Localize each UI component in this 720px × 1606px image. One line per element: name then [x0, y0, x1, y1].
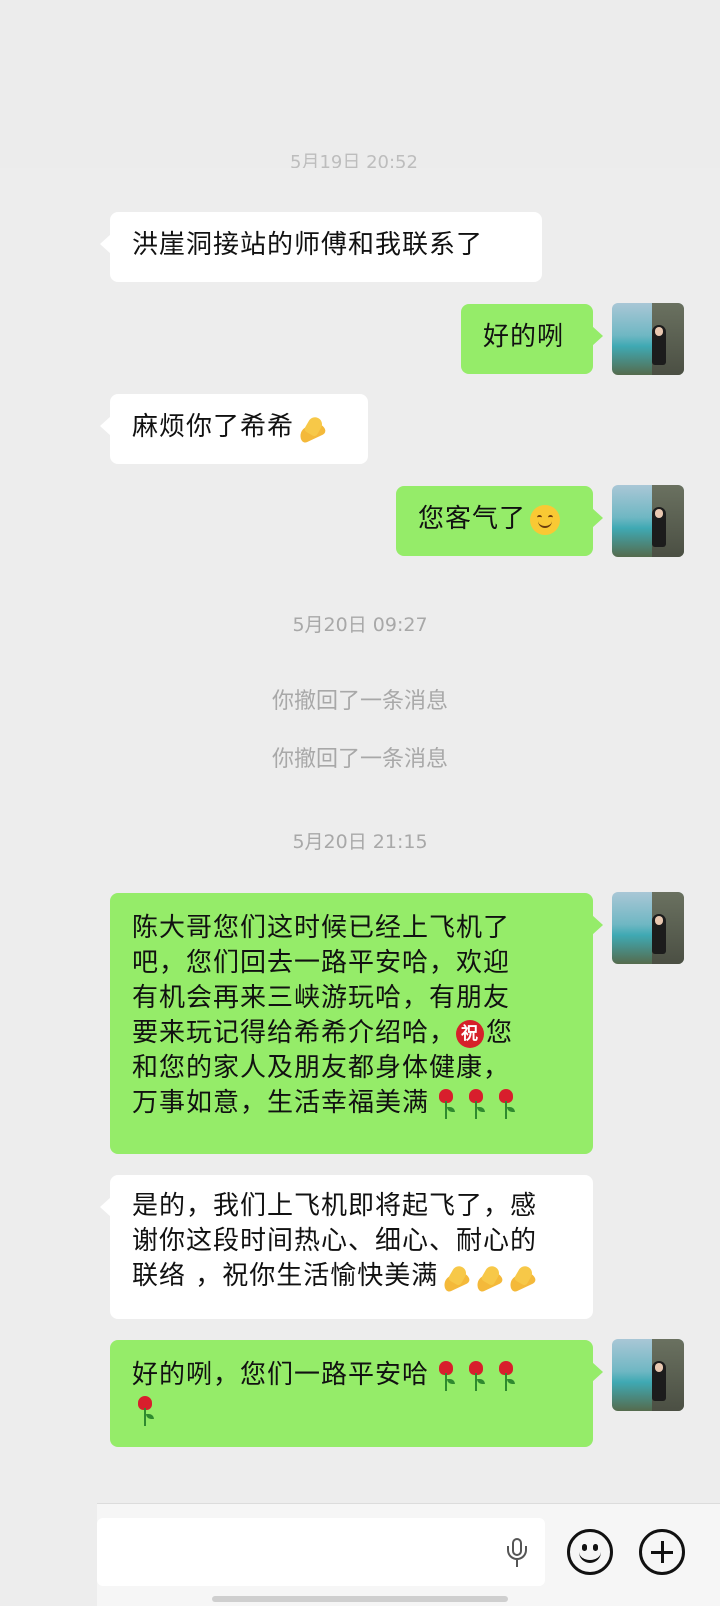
message-bubble-received[interactable]: 麻烦你了希希: [100, 394, 368, 464]
rose-icon: [132, 1394, 158, 1428]
message-line: 有机会再来三峡游玩哈，有朋友: [132, 983, 511, 1013]
message-line: 谢你这段时间热心、细心、耐心的: [132, 1226, 538, 1256]
user-avatar[interactable]: [612, 1339, 684, 1411]
folded-hands-icon: [474, 1262, 504, 1292]
message-line: 陈大哥您们这时候已经上飞机了: [132, 913, 511, 943]
recall-notice: 你撤回了一条消息: [271, 689, 448, 714]
message-line: 好的咧，您们一路平安哈: [132, 1358, 571, 1393]
timestamp: 5月20日 09:27: [292, 614, 428, 636]
rose-icon: [493, 1359, 519, 1393]
message-line: [132, 1393, 571, 1428]
message-bubble-sent[interactable]: 陈大哥您们这时候已经上飞机了 吧，您们回去一路平安哈，欢迎 有机会再来三峡游玩哈…: [110, 893, 603, 1154]
message-text: 要来玩记得给希希介绍哈，: [132, 1018, 457, 1048]
message-text: 您客气了: [418, 504, 527, 534]
message-bubble-sent[interactable]: 您客气了: [396, 486, 603, 556]
message-bubble-received[interactable]: 是的，我们上飞机即将起飞了，感 谢你这段时间热心、细心、耐心的 联络 ，祝你生活…: [100, 1175, 593, 1319]
rose-icon: [463, 1087, 489, 1121]
message-line: 万事如意，生活幸福美满: [132, 1086, 571, 1121]
message-line: 吧，您们回去一路平安哈，欢迎: [132, 948, 511, 978]
rose-icon: [433, 1087, 459, 1121]
folded-hands-icon: [297, 413, 327, 443]
rose-icon: [433, 1359, 459, 1393]
message-line: 和您的家人及朋友都身体健康，: [132, 1053, 511, 1083]
message-line: 是的，我们上飞机即将起飞了，感: [132, 1191, 538, 1221]
user-avatar[interactable]: [612, 303, 684, 375]
message-text: 好的咧，您们一路平安哈: [132, 1360, 430, 1390]
message-bubble-sent[interactable]: 好的咧: [461, 304, 603, 374]
rose-icon: [493, 1087, 519, 1121]
folded-hands-icon: [507, 1262, 537, 1292]
message-text: 万事如意，生活幸福美满: [132, 1088, 430, 1118]
user-avatar[interactable]: [612, 892, 684, 964]
message-bubble-sent[interactable]: 好的咧，您们一路平安哈: [110, 1340, 603, 1447]
user-avatar[interactable]: [612, 485, 684, 557]
timestamp: 5月20日 21:15: [292, 831, 428, 853]
message-text: 好的咧: [483, 322, 565, 352]
faded-timestamp: 5月19日 20:52: [290, 152, 418, 170]
input-bar: [97, 1503, 720, 1606]
message-line: 联络 ，祝你生活愉快美满: [132, 1259, 571, 1294]
recall-notice: 你撤回了一条消息: [271, 747, 448, 772]
message-bubble-received[interactable]: 洪崖洞接站的师傅和我联系了: [100, 212, 542, 282]
message-line: 要来玩记得给希希介绍哈，祝您: [132, 1016, 571, 1051]
plus-button[interactable]: [639, 1529, 685, 1575]
emoji-button[interactable]: [567, 1529, 613, 1575]
wish-badge-icon: 祝: [456, 1019, 485, 1048]
top-background: [0, 0, 720, 168]
rose-icon: [463, 1359, 489, 1393]
message-input[interactable]: [97, 1518, 545, 1586]
message-text: 您: [486, 1018, 514, 1048]
message-text: 麻烦你了希希: [132, 412, 295, 442]
folded-hands-icon: [441, 1262, 471, 1292]
microphone-icon[interactable]: [507, 1538, 527, 1568]
home-indicator: [212, 1596, 508, 1602]
message-text: 联络 ，祝你生活愉快美满: [132, 1261, 439, 1291]
message-text: 洪崖洞接站的师傅和我联系了: [132, 230, 484, 260]
smile-icon: [530, 504, 561, 535]
